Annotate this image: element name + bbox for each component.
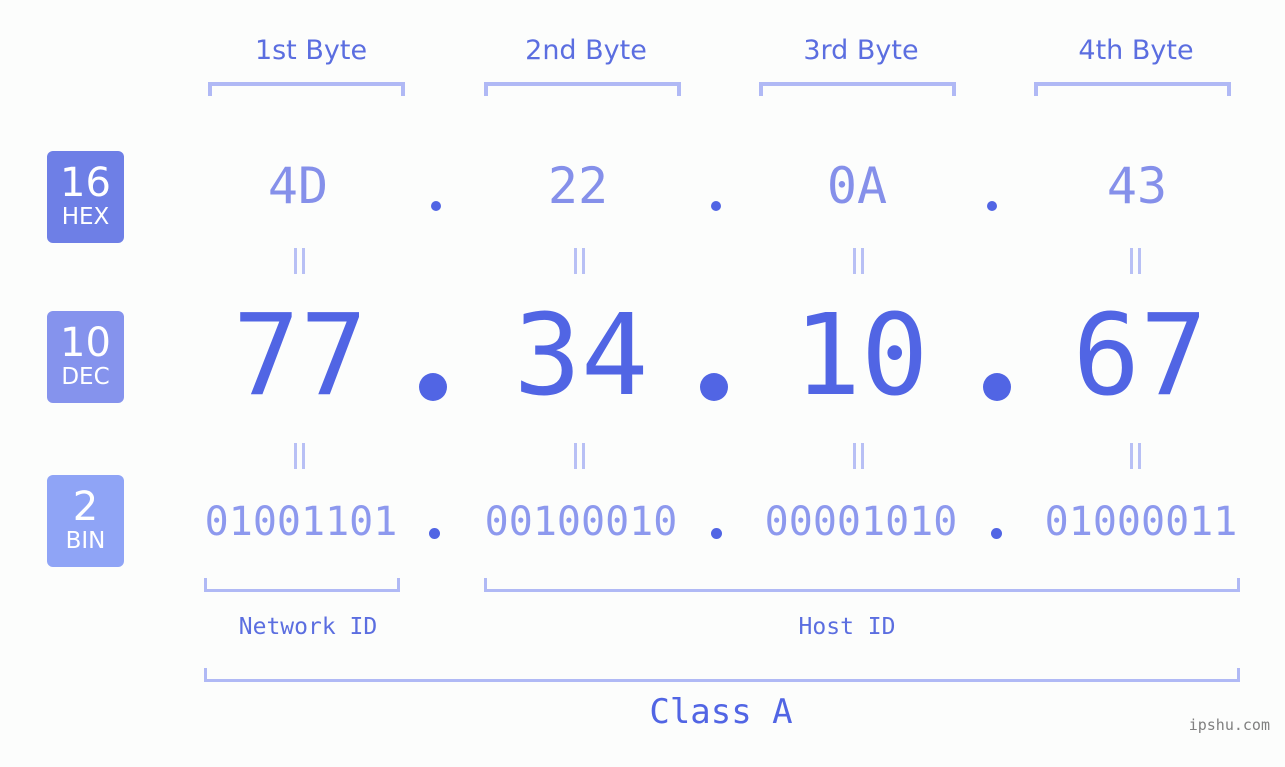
dec-separator-1	[419, 373, 447, 401]
hex-badge: 16 HEX	[47, 151, 124, 243]
dec-separator-3	[983, 373, 1011, 401]
dec-base-number: 10	[60, 320, 111, 366]
equals-sign	[1128, 443, 1142, 469]
byte-bracket-2	[484, 82, 681, 96]
dec-badge: 10 DEC	[47, 311, 124, 403]
byte-header-3: 3rd Byte	[803, 35, 919, 66]
class-bracket	[204, 668, 1240, 682]
bin-separator-3	[991, 528, 1002, 539]
equals-sign	[1128, 248, 1142, 274]
class-label: Class A	[649, 692, 793, 732]
hex-separator-3	[987, 201, 997, 211]
equals-sign	[851, 443, 865, 469]
bin-byte-2: 00100010	[484, 499, 678, 545]
bin-byte-3: 00001010	[764, 499, 958, 545]
bin-badge: 2 BIN	[47, 475, 124, 567]
equals-sign	[851, 248, 865, 274]
byte-bracket-1	[208, 82, 405, 96]
dec-byte-2: 34	[513, 291, 649, 421]
equals-sign	[572, 443, 586, 469]
bin-separator-1	[429, 528, 440, 539]
bin-byte-1: 01001101	[204, 499, 398, 545]
hex-separator-1	[431, 201, 441, 211]
byte-bracket-4	[1034, 82, 1231, 96]
hex-byte-1: 4D	[267, 157, 329, 215]
byte-header-4: 4th Byte	[1078, 35, 1194, 66]
hex-byte-2: 22	[547, 157, 609, 215]
byte-header-2: 2nd Byte	[525, 35, 647, 66]
dec-byte-1: 77	[232, 291, 368, 421]
bin-base-label: BIN	[65, 528, 106, 554]
hex-byte-4: 43	[1106, 157, 1168, 215]
dec-byte-4: 67	[1072, 291, 1208, 421]
byte-bracket-3	[759, 82, 956, 96]
equals-sign	[572, 248, 586, 274]
bin-separator-2	[711, 528, 722, 539]
dec-byte-3: 10	[793, 291, 929, 421]
equals-sign	[292, 248, 306, 274]
hex-byte-3: 0A	[826, 157, 888, 215]
host-id-label: Host ID	[798, 614, 896, 640]
network-id-bracket	[204, 578, 400, 592]
dec-base-label: DEC	[61, 364, 110, 390]
hex-base-label: HEX	[61, 204, 110, 230]
byte-header-1: 1st Byte	[254, 35, 368, 66]
equals-sign	[292, 443, 306, 469]
host-id-bracket	[484, 578, 1240, 592]
dec-separator-2	[700, 373, 728, 401]
bin-byte-4: 01000011	[1044, 499, 1238, 545]
bin-base-number: 2	[72, 484, 99, 530]
network-id-label: Network ID	[238, 614, 378, 640]
hex-separator-2	[711, 201, 721, 211]
hex-base-number: 16	[60, 160, 111, 206]
watermark: ipshu.com	[1188, 716, 1270, 734]
